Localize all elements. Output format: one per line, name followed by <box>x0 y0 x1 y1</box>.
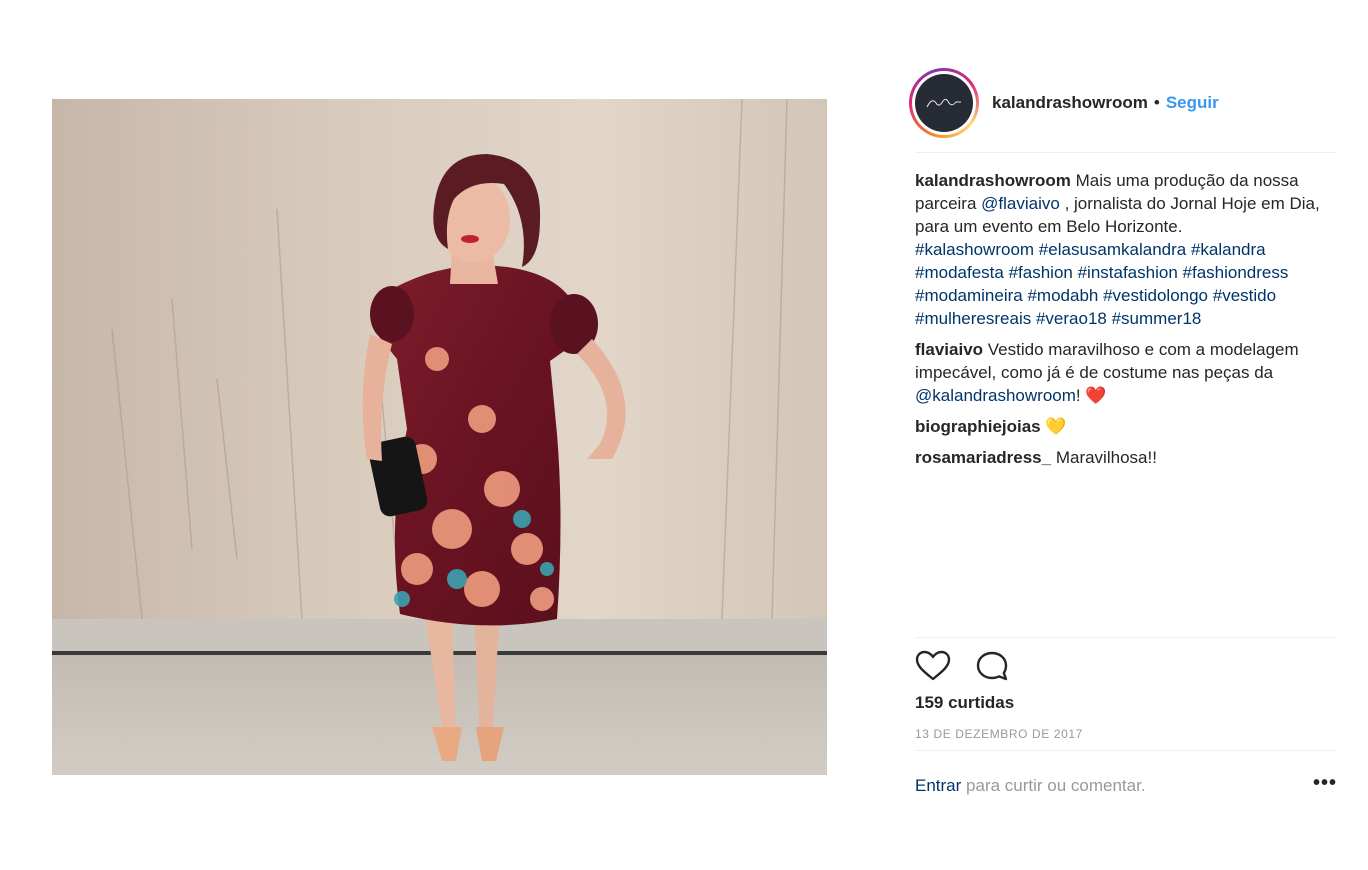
caption-hashtags: #kalashowroom #elasusamkalandra #kalandr… <box>915 240 1288 328</box>
hashtag-link[interactable]: #kalandra <box>1191 240 1266 259</box>
comment-username[interactable]: biographiejoias <box>915 417 1041 436</box>
header-divider <box>915 152 1337 153</box>
footer-divider <box>915 750 1337 751</box>
hashtag-link[interactable]: #modamineira <box>915 286 1023 305</box>
login-link[interactable]: Entrar <box>915 776 961 795</box>
comment-icon[interactable] <box>975 650 1009 682</box>
post-photo[interactable] <box>52 99 827 775</box>
post-actions <box>915 650 1009 682</box>
hashtag-link[interactable]: #summer18 <box>1112 309 1202 328</box>
header-separator: • <box>1153 93 1160 112</box>
actions-divider <box>915 637 1337 638</box>
hashtag-link[interactable]: #kalashowroom <box>915 240 1034 259</box>
comment-username[interactable]: rosamariadress_ <box>915 448 1051 467</box>
hashtag-link[interactable]: #instafashion <box>1078 263 1178 282</box>
heart-icon[interactable] <box>915 650 951 682</box>
hashtag-link[interactable]: #elasusamkalandra <box>1039 240 1186 259</box>
hashtag-link[interactable]: #vestido <box>1213 286 1276 305</box>
comment-mention[interactable]: @kalandrashowroom <box>915 386 1076 405</box>
hashtag-link[interactable]: #mulheresreais <box>915 309 1031 328</box>
caption: kalandrashowroom Mais uma produção da no… <box>915 169 1337 330</box>
heart-emoji: ❤️ <box>1085 386 1107 405</box>
caption-mention[interactable]: @flaviaivo <box>981 194 1060 213</box>
caption-text-2: , jornalista do Jornal Hoje em Dia, para… <box>915 194 1320 236</box>
hashtag-link[interactable]: #modabh <box>1027 286 1098 305</box>
comment-suffix: ! <box>1075 386 1081 405</box>
avatar-logo <box>915 74 973 132</box>
hashtag-link[interactable]: #modafesta <box>915 263 1004 282</box>
kalandra-logo-icon <box>926 98 961 108</box>
login-prompt: Entrar para curtir ou comentar. ••• <box>915 772 1337 796</box>
yellow-heart-emoji: 💛 <box>1045 417 1067 436</box>
avatar[interactable] <box>909 68 979 138</box>
post-date[interactable]: 13 DE DEZEMBRO DE 2017 <box>915 727 1083 741</box>
hashtag-link[interactable]: #fashion <box>1009 263 1073 282</box>
login-text: para curtir ou comentar. <box>966 776 1146 795</box>
comment: flaviaivo Vestido maravilhoso e com a mo… <box>915 338 1337 407</box>
hashtag-link[interactable]: #fashiondress <box>1183 263 1289 282</box>
post-header: kalandrashowroom • Seguir <box>909 68 1337 138</box>
more-options-icon[interactable]: ••• <box>1313 772 1337 795</box>
post-photo-illustration <box>52 99 827 775</box>
comment-text: Maravilhosa!! <box>1055 448 1157 467</box>
follow-button[interactable]: Seguir <box>1166 93 1219 113</box>
avatar-border <box>912 71 976 135</box>
hashtag-link[interactable]: #vestidolongo <box>1103 286 1208 305</box>
comments-list: kalandrashowroom Mais uma produção da no… <box>915 169 1337 477</box>
hashtag-link[interactable]: #verao18 <box>1036 309 1107 328</box>
likes-count[interactable]: 159 curtidas <box>915 693 1014 713</box>
comment: biographiejoias 💛 <box>915 415 1337 438</box>
comment: rosamariadress_ Maravilhosa!! <box>915 446 1337 469</box>
caption-username[interactable]: kalandrashowroom <box>915 171 1071 190</box>
comment-username[interactable]: flaviaivo <box>915 340 983 359</box>
header-username[interactable]: kalandrashowroom <box>992 93 1148 113</box>
